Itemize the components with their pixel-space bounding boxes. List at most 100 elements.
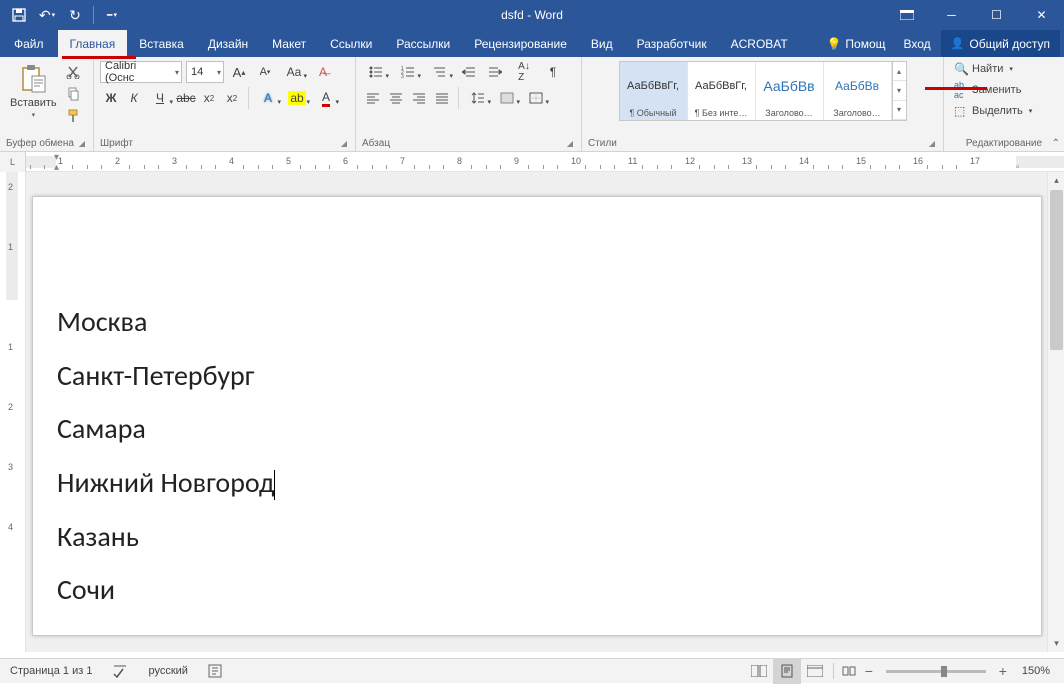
page-indicator[interactable]: Страница 1 из 1 bbox=[0, 659, 102, 683]
font-launcher[interactable]: ◢ bbox=[341, 139, 349, 148]
web-layout-button[interactable] bbox=[801, 659, 829, 684]
underline-button[interactable]: Ч▾ bbox=[146, 87, 174, 109]
format-painter-button[interactable] bbox=[63, 107, 83, 125]
italic-button[interactable]: К bbox=[123, 87, 145, 109]
borders-button[interactable]: ▾ bbox=[522, 87, 550, 109]
paragraph[interactable]: Казань bbox=[57, 520, 1001, 554]
style-heading1[interactable]: АаБбВвЗаголово… bbox=[756, 62, 824, 120]
justify-button[interactable] bbox=[431, 87, 453, 109]
show-marks-button[interactable]: ¶ bbox=[542, 61, 564, 83]
document-page[interactable]: Москва Санкт-Петербург Самара Нижний Новгор… bbox=[32, 196, 1042, 636]
tab-home[interactable]: Главная bbox=[58, 30, 128, 57]
style-no-spacing[interactable]: АаБбВвГг,¶ Без инте… bbox=[688, 62, 756, 120]
redo-button[interactable]: ↻ bbox=[62, 2, 88, 28]
ruler-vertical[interactable]: 211234 bbox=[0, 172, 26, 652]
macro-indicator[interactable] bbox=[198, 659, 232, 683]
paragraph[interactable]: Сочи bbox=[57, 573, 1001, 607]
numbering-button[interactable]: 123▾ bbox=[394, 61, 422, 83]
tab-selector[interactable]: L bbox=[0, 152, 26, 172]
paragraph-launcher[interactable]: ◢ bbox=[567, 139, 575, 148]
close-button[interactable]: ✕ bbox=[1019, 0, 1064, 30]
tab-developer[interactable]: Разработчик bbox=[625, 30, 719, 57]
increase-font-button[interactable]: A▴ bbox=[228, 61, 250, 83]
subscript-button[interactable]: x2 bbox=[198, 87, 220, 109]
scroll-down-arrow[interactable]: ▾ bbox=[1048, 635, 1064, 652]
maximize-button[interactable]: ☐ bbox=[974, 0, 1019, 30]
collapse-ribbon-button[interactable]: ⌃ bbox=[1052, 138, 1060, 149]
bold-button[interactable]: Ж bbox=[100, 87, 122, 109]
zoom-in-button[interactable]: + bbox=[994, 663, 1012, 679]
tab-review[interactable]: Рецензирование bbox=[462, 30, 579, 57]
highlight-button[interactable]: ab▾ bbox=[283, 87, 311, 109]
ribbon-display-options[interactable] bbox=[884, 0, 929, 30]
document-title: dsfd - Word bbox=[501, 8, 563, 22]
font-name-combo[interactable]: Calibri (Оснс▾ bbox=[100, 61, 182, 83]
read-mode-button[interactable] bbox=[745, 659, 773, 684]
superscript-button[interactable]: x2 bbox=[221, 87, 243, 109]
tab-mailings[interactable]: Рассылки bbox=[384, 30, 462, 57]
copy-button[interactable] bbox=[63, 85, 83, 103]
style-normal[interactable]: АаБбВвГг,¶ Обычный bbox=[620, 62, 688, 120]
decrease-indent-button[interactable] bbox=[458, 61, 480, 83]
ribbon-tabs: Файл Главная Вставка Дизайн Макет Ссылки… bbox=[0, 30, 1064, 57]
scroll-up-arrow[interactable]: ▴ bbox=[1048, 172, 1064, 189]
select-button[interactable]: ⬚Выделить▾ bbox=[950, 103, 1036, 119]
window-controls: ─ ☐ ✕ bbox=[884, 0, 1064, 30]
minimize-button[interactable]: ─ bbox=[929, 0, 974, 30]
save-button[interactable] bbox=[6, 2, 32, 28]
styles-gallery[interactable]: АаБбВвГг,¶ Обычный АаБбВвГг,¶ Без инте… … bbox=[619, 61, 907, 121]
zoom-slider[interactable] bbox=[886, 670, 986, 673]
zoom-thumb[interactable] bbox=[941, 666, 947, 677]
align-center-button[interactable] bbox=[385, 87, 407, 109]
change-case-button[interactable]: Aa▾ bbox=[280, 61, 308, 83]
replace-button[interactable]: abacЗаменить bbox=[950, 79, 1036, 101]
zoom-out-mini[interactable] bbox=[838, 659, 860, 684]
line-spacing-button[interactable]: ▾ bbox=[464, 87, 492, 109]
sort-button[interactable]: A↓Z bbox=[510, 61, 538, 83]
strikethrough-button[interactable]: abc bbox=[175, 87, 197, 109]
clipboard-launcher[interactable]: ◢ bbox=[79, 139, 87, 148]
paragraph[interactable]: Самара bbox=[57, 412, 1001, 446]
tab-references[interactable]: Ссылки bbox=[318, 30, 384, 57]
bullets-button[interactable]: ▾ bbox=[362, 61, 390, 83]
gallery-scroll[interactable]: ▴▾▾ bbox=[892, 62, 906, 120]
scroll-thumb[interactable] bbox=[1050, 190, 1063, 350]
align-right-button[interactable] bbox=[408, 87, 430, 109]
zoom-level[interactable]: 150% bbox=[1012, 659, 1064, 683]
paste-button[interactable]: Вставить ▾ bbox=[6, 61, 61, 121]
align-left-button[interactable] bbox=[362, 87, 384, 109]
qat-customize[interactable]: ━▾ bbox=[99, 2, 125, 28]
cut-button[interactable] bbox=[63, 63, 83, 81]
clear-formatting-button[interactable]: A̶ bbox=[312, 61, 334, 83]
group-styles: АаБбВвГг,¶ Обычный АаБбВвГг,¶ Без инте… … bbox=[582, 57, 944, 151]
tab-layout[interactable]: Макет bbox=[260, 30, 318, 57]
style-heading2[interactable]: АаБбВвЗаголово… bbox=[824, 62, 892, 120]
tab-acrobat[interactable]: ACROBAT bbox=[719, 30, 800, 57]
font-size-combo[interactable]: 14▾ bbox=[186, 61, 224, 83]
paragraph[interactable]: Санкт-Петербург bbox=[57, 359, 1001, 393]
tab-file[interactable]: Файл bbox=[0, 30, 58, 57]
styles-launcher[interactable]: ◢ bbox=[929, 139, 937, 148]
font-color-button[interactable]: A▾ bbox=[312, 87, 340, 109]
find-button[interactable]: 🔍Найти▾ bbox=[950, 61, 1036, 77]
paragraph[interactable]: Москва bbox=[57, 305, 1001, 339]
zoom-out-button[interactable]: − bbox=[860, 663, 878, 679]
tab-design[interactable]: Дизайн bbox=[196, 30, 260, 57]
tab-insert[interactable]: Вставка bbox=[127, 30, 196, 57]
decrease-font-button[interactable]: A▾ bbox=[254, 61, 276, 83]
scrollbar-vertical[interactable]: ▴ ▾ bbox=[1047, 172, 1064, 652]
ruler-horizontal[interactable]: L 1234567891011121314151617▾▴▫ bbox=[0, 152, 1064, 172]
signin-link[interactable]: Вход bbox=[894, 37, 941, 51]
print-layout-button[interactable] bbox=[773, 659, 801, 684]
share-button[interactable]: 👤Общий доступ bbox=[941, 30, 1060, 57]
language-indicator[interactable]: русский bbox=[138, 659, 197, 683]
increase-indent-button[interactable] bbox=[484, 61, 506, 83]
tell-me-search[interactable]: 💡Помощ bbox=[818, 37, 893, 51]
undo-button[interactable]: ↶▾ bbox=[34, 2, 60, 28]
tab-view[interactable]: Вид bbox=[579, 30, 625, 57]
multilevel-list-button[interactable]: ▾ bbox=[426, 61, 454, 83]
shading-button[interactable]: ▾ bbox=[493, 87, 521, 109]
spellcheck-indicator[interactable] bbox=[102, 659, 138, 683]
text-effects-button[interactable]: A▾ bbox=[254, 87, 282, 109]
paragraph[interactable]: Нижний Новгород bbox=[57, 466, 1001, 500]
